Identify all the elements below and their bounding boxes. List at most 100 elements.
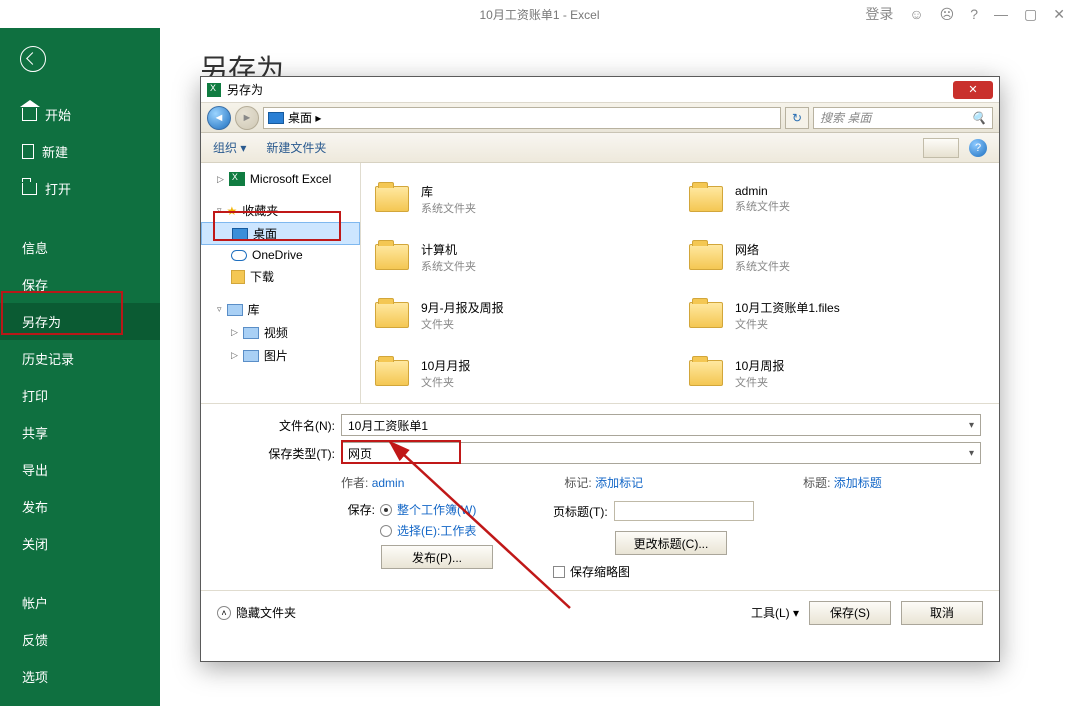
sidebar-item-save[interactable]: 保存 bbox=[0, 266, 160, 303]
excel-icon bbox=[207, 83, 221, 97]
file-item[interactable]: 计算机系统文件夹 bbox=[371, 229, 675, 285]
tree-label: 收藏夹 bbox=[242, 202, 278, 219]
pagetitle-input[interactable] bbox=[614, 501, 754, 521]
sidebar-item-print[interactable]: 打印 bbox=[0, 377, 160, 414]
file-item[interactable]: 9月-月报及周报文件夹 bbox=[371, 287, 675, 343]
tree-onedrive[interactable]: OneDrive bbox=[201, 245, 360, 265]
sidebar-item-start[interactable]: 开始 bbox=[0, 96, 160, 133]
help-button[interactable]: ? bbox=[969, 139, 987, 157]
tree-favorites[interactable]: ▿★收藏夹 bbox=[201, 199, 360, 222]
chevron-right-icon: ▷ bbox=[231, 350, 238, 361]
file-subtitle: 文件夹 bbox=[735, 374, 784, 390]
nav-back-button[interactable]: ◄ bbox=[207, 106, 231, 130]
file-item[interactable]: 10月月报文件夹 bbox=[371, 345, 675, 401]
folder-icon bbox=[689, 244, 723, 270]
file-item[interactable]: 网络系统文件夹 bbox=[685, 229, 989, 285]
arrow-right-icon: ► bbox=[242, 112, 253, 124]
maximize-button[interactable]: ▢ bbox=[1024, 6, 1037, 23]
chevron-right-icon: ▷ bbox=[231, 327, 238, 338]
home-icon bbox=[22, 108, 37, 121]
tree-libraries[interactable]: ▿库 bbox=[201, 298, 360, 321]
sidebar-label: 打开 bbox=[45, 179, 71, 198]
file-item[interactable]: 10月工资账单1.files文件夹 bbox=[685, 287, 989, 343]
folder-open-icon bbox=[22, 183, 37, 195]
thumbnail-checkbox[interactable]: 保存缩略图 bbox=[553, 563, 754, 580]
search-input[interactable]: 搜索 桌面 🔍 bbox=[813, 107, 993, 129]
sidebar-item-info[interactable]: 信息 bbox=[0, 229, 160, 266]
minimize-button[interactable]: — bbox=[994, 6, 1008, 22]
sidebar-item-close[interactable]: 关闭 bbox=[0, 525, 160, 562]
file-name: 10月周报 bbox=[735, 357, 784, 374]
organize-menu[interactable]: 组织 ▾ bbox=[213, 139, 246, 156]
publish-button[interactable]: 发布(P)... bbox=[381, 545, 493, 569]
file-name: 9月-月报及周报 bbox=[421, 299, 504, 316]
view-mode-button[interactable] bbox=[923, 138, 959, 158]
sidebar-item-feedback[interactable]: 反馈 bbox=[0, 621, 160, 658]
hide-folders-toggle[interactable]: ˄ 隐藏文件夹 bbox=[217, 604, 296, 621]
close-button[interactable]: ✕ bbox=[1053, 6, 1065, 23]
sidebar-item-history[interactable]: 历史记录 bbox=[0, 340, 160, 377]
tree-videos[interactable]: ▷视频 bbox=[201, 321, 360, 344]
file-name: 计算机 bbox=[421, 241, 476, 258]
sidebar-item-publish[interactable]: 发布 bbox=[0, 488, 160, 525]
tree-label: Microsoft Excel bbox=[250, 172, 331, 186]
sidebar-item-export[interactable]: 导出 bbox=[0, 451, 160, 488]
sidebar-label: 另存为 bbox=[22, 312, 61, 331]
tree-label: 库 bbox=[248, 301, 260, 318]
cancel-button[interactable]: 取消 bbox=[901, 601, 983, 625]
tree-desktop[interactable]: 桌面 bbox=[201, 222, 360, 245]
dialog-navbar: ◄ ► 桌面 ▸ ↻ 搜索 桌面 🔍 bbox=[201, 103, 999, 133]
sidebar-item-new[interactable]: 新建 bbox=[0, 133, 160, 170]
file-item[interactable]: admin系统文件夹 bbox=[685, 171, 989, 227]
filetype-select[interactable]: 网页▾ bbox=[341, 442, 981, 464]
chevron-up-icon: ˄ bbox=[217, 606, 231, 620]
face-smile-icon[interactable]: ☺ bbox=[909, 6, 923, 22]
change-title-button[interactable]: 更改标题(C)... bbox=[615, 531, 727, 555]
checkbox-icon bbox=[553, 566, 565, 578]
save-whole-radio[interactable]: 保存: 整个工作簿(W) bbox=[341, 501, 493, 518]
video-icon bbox=[243, 327, 259, 339]
back-button[interactable] bbox=[20, 46, 46, 72]
sidebar-item-saveas[interactable]: 另存为 bbox=[0, 303, 160, 340]
sidebar-item-account[interactable]: 帐户 bbox=[0, 584, 160, 621]
sidebar-label: 帐户 bbox=[22, 593, 48, 612]
tag-value[interactable]: 添加标记 bbox=[595, 476, 643, 490]
filetype-value: 网页 bbox=[348, 445, 372, 462]
new-folder-button[interactable]: 新建文件夹 bbox=[266, 139, 326, 156]
file-item[interactable]: 库系统文件夹 bbox=[371, 171, 675, 227]
face-sad-icon[interactable]: ☹ bbox=[940, 6, 955, 23]
filename-input[interactable]: 10月工资账单1▾ bbox=[341, 414, 981, 436]
breadcrumb-text: 桌面 ▸ bbox=[288, 109, 321, 126]
login-link[interactable]: 登录 bbox=[865, 4, 893, 24]
file-subtitle: 系统文件夹 bbox=[421, 258, 476, 274]
help-icon[interactable]: ? bbox=[970, 6, 978, 22]
sidebar-item-share[interactable]: 共享 bbox=[0, 414, 160, 451]
file-subtitle: 文件夹 bbox=[421, 374, 470, 390]
search-icon: 🔍 bbox=[971, 111, 986, 125]
cloud-icon bbox=[231, 250, 247, 261]
arrow-left-icon: ◄ bbox=[214, 112, 225, 124]
dialog-close-button[interactable]: ✕ bbox=[953, 81, 993, 99]
star-icon: ★ bbox=[227, 204, 238, 218]
file-list: 库系统文件夹 admin系统文件夹 计算机系统文件夹 网络系统文件夹 9月-月报… bbox=[361, 163, 999, 403]
tools-menu[interactable]: 工具(L) ▾ bbox=[751, 604, 799, 621]
save-label: 保存: bbox=[341, 501, 375, 518]
tree-excel[interactable]: ▷Microsoft Excel bbox=[201, 169, 360, 189]
sidebar-label: 导出 bbox=[22, 460, 48, 479]
file-item[interactable]: 10月周报文件夹 bbox=[685, 345, 989, 401]
save-button[interactable]: 保存(S) bbox=[809, 601, 891, 625]
title-value[interactable]: 添加标题 bbox=[834, 476, 882, 490]
tree-pictures[interactable]: ▷图片 bbox=[201, 344, 360, 367]
tree-downloads[interactable]: 下载 bbox=[201, 265, 360, 288]
radio-label: 选择(E):工作表 bbox=[397, 522, 476, 539]
author-value[interactable]: admin bbox=[372, 476, 405, 490]
dialog-form: 文件名(N): 10月工资账单1▾ 保存类型(T): 网页▾ 作者: admin… bbox=[201, 403, 999, 590]
sidebar-item-open[interactable]: 打开 bbox=[0, 170, 160, 207]
sidebar-item-options[interactable]: 选项 bbox=[0, 658, 160, 695]
breadcrumb[interactable]: 桌面 ▸ bbox=[263, 107, 781, 129]
folder-icon bbox=[689, 186, 723, 212]
save-selection-radio[interactable]: 选择(E):工作表 bbox=[341, 522, 493, 539]
nav-forward-button[interactable]: ► bbox=[235, 106, 259, 130]
dialog-title: 另存为 bbox=[227, 81, 263, 98]
refresh-button[interactable]: ↻ bbox=[785, 107, 809, 129]
